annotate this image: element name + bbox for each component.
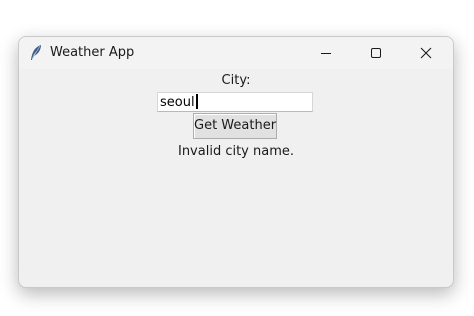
app-window: Weather App City: seoul Get Weather Inva… [18,36,454,288]
city-input-value: seoul [160,94,198,111]
feather-icon [29,44,43,62]
result-message: Invalid city name. [177,144,295,159]
window-title: Weather App [50,45,135,60]
text-caret [195,94,198,109]
maximize-button[interactable] [353,37,399,69]
main-content: City: seoul Get Weather Invalid city nam… [19,69,453,287]
close-button[interactable] [403,37,449,69]
title-bar[interactable]: Weather App [19,37,453,69]
minimize-button[interactable] [303,37,349,69]
city-label: City: [221,73,251,88]
maximize-icon [371,48,381,58]
city-input[interactable]: seoul [157,92,313,112]
get-weather-button[interactable]: Get Weather [193,113,277,139]
close-icon [420,47,432,59]
minimize-icon [321,53,331,54]
